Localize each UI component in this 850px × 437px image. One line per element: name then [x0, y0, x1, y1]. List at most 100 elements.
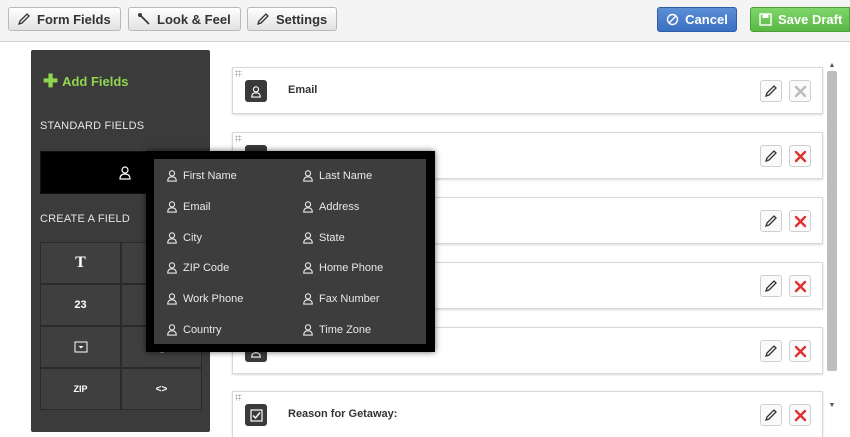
zip-field-button[interactable]: ZIP	[40, 368, 121, 410]
field-type-icon	[245, 80, 267, 102]
user-icon	[303, 170, 313, 182]
drag-handle[interactable]	[235, 135, 242, 142]
popup-field-option[interactable]: State	[302, 231, 345, 244]
pencil-icon	[764, 345, 777, 358]
field-card[interactable]: Reason for Getaway:	[232, 391, 823, 437]
user-icon	[167, 324, 177, 336]
standard-fields-popup-body: First Name Email City ZIP Code Work Phone Cou…	[154, 159, 426, 344]
user-icon	[167, 232, 177, 244]
user-icon	[251, 85, 261, 98]
popup-option-label: State	[319, 231, 345, 244]
html-field-button[interactable]: <>	[121, 368, 202, 410]
field-label: Reason for Getaway:	[288, 408, 398, 420]
delete-field-button[interactable]	[789, 404, 811, 426]
user-icon	[167, 262, 177, 274]
field-type-icon	[245, 404, 267, 426]
popup-option-label: First Name	[183, 169, 237, 182]
settings-label: Settings	[276, 11, 328, 27]
popup-field-option[interactable]: Home Phone	[302, 261, 383, 274]
delete-icon	[794, 85, 806, 97]
cancel-label: Cancel	[685, 12, 728, 27]
form-fields-label: Form Fields	[37, 11, 111, 27]
settings-button[interactable]: Settings	[247, 7, 338, 31]
delete-field-button[interactable]	[789, 145, 811, 167]
pencil-icon	[764, 85, 777, 98]
popup-option-label: Work Phone	[183, 292, 244, 305]
pencil-icon	[256, 13, 269, 26]
user-icon	[303, 293, 313, 305]
popup-field-option[interactable]: Time Zone	[302, 323, 371, 336]
pencil-icon	[17, 13, 30, 26]
dropdown-field-button[interactable]	[40, 326, 121, 368]
scroll-up-arrow[interactable]: ▲	[826, 62, 838, 70]
popup-option-label: Last Name	[319, 169, 373, 182]
save-draft-label: Save Draft	[778, 12, 843, 27]
user-icon	[303, 232, 313, 244]
delete-icon	[794, 409, 806, 421]
popup-field-option[interactable]: ZIP Code	[166, 261, 229, 274]
add-fields-label: Add Fields	[62, 74, 129, 89]
user-icon	[167, 201, 177, 213]
scroll-down-arrow[interactable]: ▼	[826, 402, 838, 410]
popup-field-option[interactable]: City	[166, 231, 202, 244]
delete-field-button[interactable]	[789, 210, 811, 232]
add-fields-heading: ✚ Add Fields	[43, 71, 129, 91]
popup-field-option[interactable]: Email	[166, 200, 211, 213]
pencil-icon	[764, 215, 777, 228]
text-field-button[interactable]: T	[40, 242, 121, 284]
popup-field-option[interactable]: Fax Number	[302, 292, 380, 305]
look-feel-label: Look & Feel	[157, 11, 231, 27]
scroll-thumb[interactable]	[827, 71, 837, 371]
popup-option-label: Address	[319, 200, 360, 213]
popup-field-option[interactable]: First Name	[166, 169, 237, 182]
delete-icon	[794, 280, 806, 292]
popup-field-option[interactable]: Work Phone	[166, 292, 243, 305]
top-toolbar: Form Fields Look & Feel Settings Cancel …	[0, 0, 850, 42]
edit-field-button[interactable]	[760, 275, 782, 297]
drag-handle[interactable]	[235, 70, 242, 77]
user-icon	[119, 166, 131, 180]
popup-option-label: City	[183, 231, 202, 244]
delete-icon	[794, 150, 806, 162]
delete-field-button[interactable]	[789, 80, 811, 102]
standard-fields-popup: First Name Email City ZIP Code Work Phone Cou…	[146, 151, 435, 352]
delete-field-button[interactable]	[789, 340, 811, 362]
delete-field-button[interactable]	[789, 275, 811, 297]
popup-option-label: Home Phone	[319, 261, 384, 274]
delete-icon	[794, 215, 806, 227]
cancel-icon	[666, 13, 679, 26]
popup-option-label: Fax Number	[319, 292, 380, 305]
popup-option-label: Time Zone	[319, 323, 372, 336]
cancel-button[interactable]: Cancel	[657, 7, 737, 32]
edit-field-button[interactable]	[760, 145, 782, 167]
look-feel-button[interactable]: Look & Feel	[128, 7, 241, 31]
save-icon	[759, 13, 772, 26]
pencil-icon	[764, 409, 777, 422]
brush-icon	[138, 13, 150, 25]
edit-field-button[interactable]	[760, 210, 782, 232]
save-draft-button[interactable]: Save Draft	[750, 7, 850, 32]
popup-field-option[interactable]: Country	[166, 323, 222, 336]
form-fields-button[interactable]: Form Fields	[8, 7, 121, 31]
pencil-icon	[764, 280, 777, 293]
create-field-label: CREATE A FIELD	[40, 213, 131, 225]
user-icon	[303, 324, 313, 336]
field-label: Email	[288, 84, 318, 96]
user-icon	[167, 170, 177, 182]
user-icon	[303, 201, 313, 213]
popup-option-label: Email	[183, 200, 211, 213]
content-scrollbar[interactable]: ▲ ▼	[826, 62, 838, 417]
edit-field-button[interactable]	[760, 80, 782, 102]
popup-field-option[interactable]: Last Name	[302, 169, 372, 182]
drag-handle[interactable]	[235, 394, 242, 401]
user-icon	[167, 293, 177, 305]
field-card[interactable]: Email	[232, 67, 823, 114]
popup-field-option[interactable]: Address	[302, 200, 359, 213]
number-field-button[interactable]: 23	[40, 284, 121, 326]
popup-option-label: Country	[183, 323, 222, 336]
edit-field-button[interactable]	[760, 340, 782, 362]
pencil-icon	[764, 150, 777, 163]
standard-fields-label: STANDARD FIELDS	[40, 120, 145, 132]
edit-field-button[interactable]	[760, 404, 782, 426]
plus-icon: ✚	[43, 71, 59, 91]
